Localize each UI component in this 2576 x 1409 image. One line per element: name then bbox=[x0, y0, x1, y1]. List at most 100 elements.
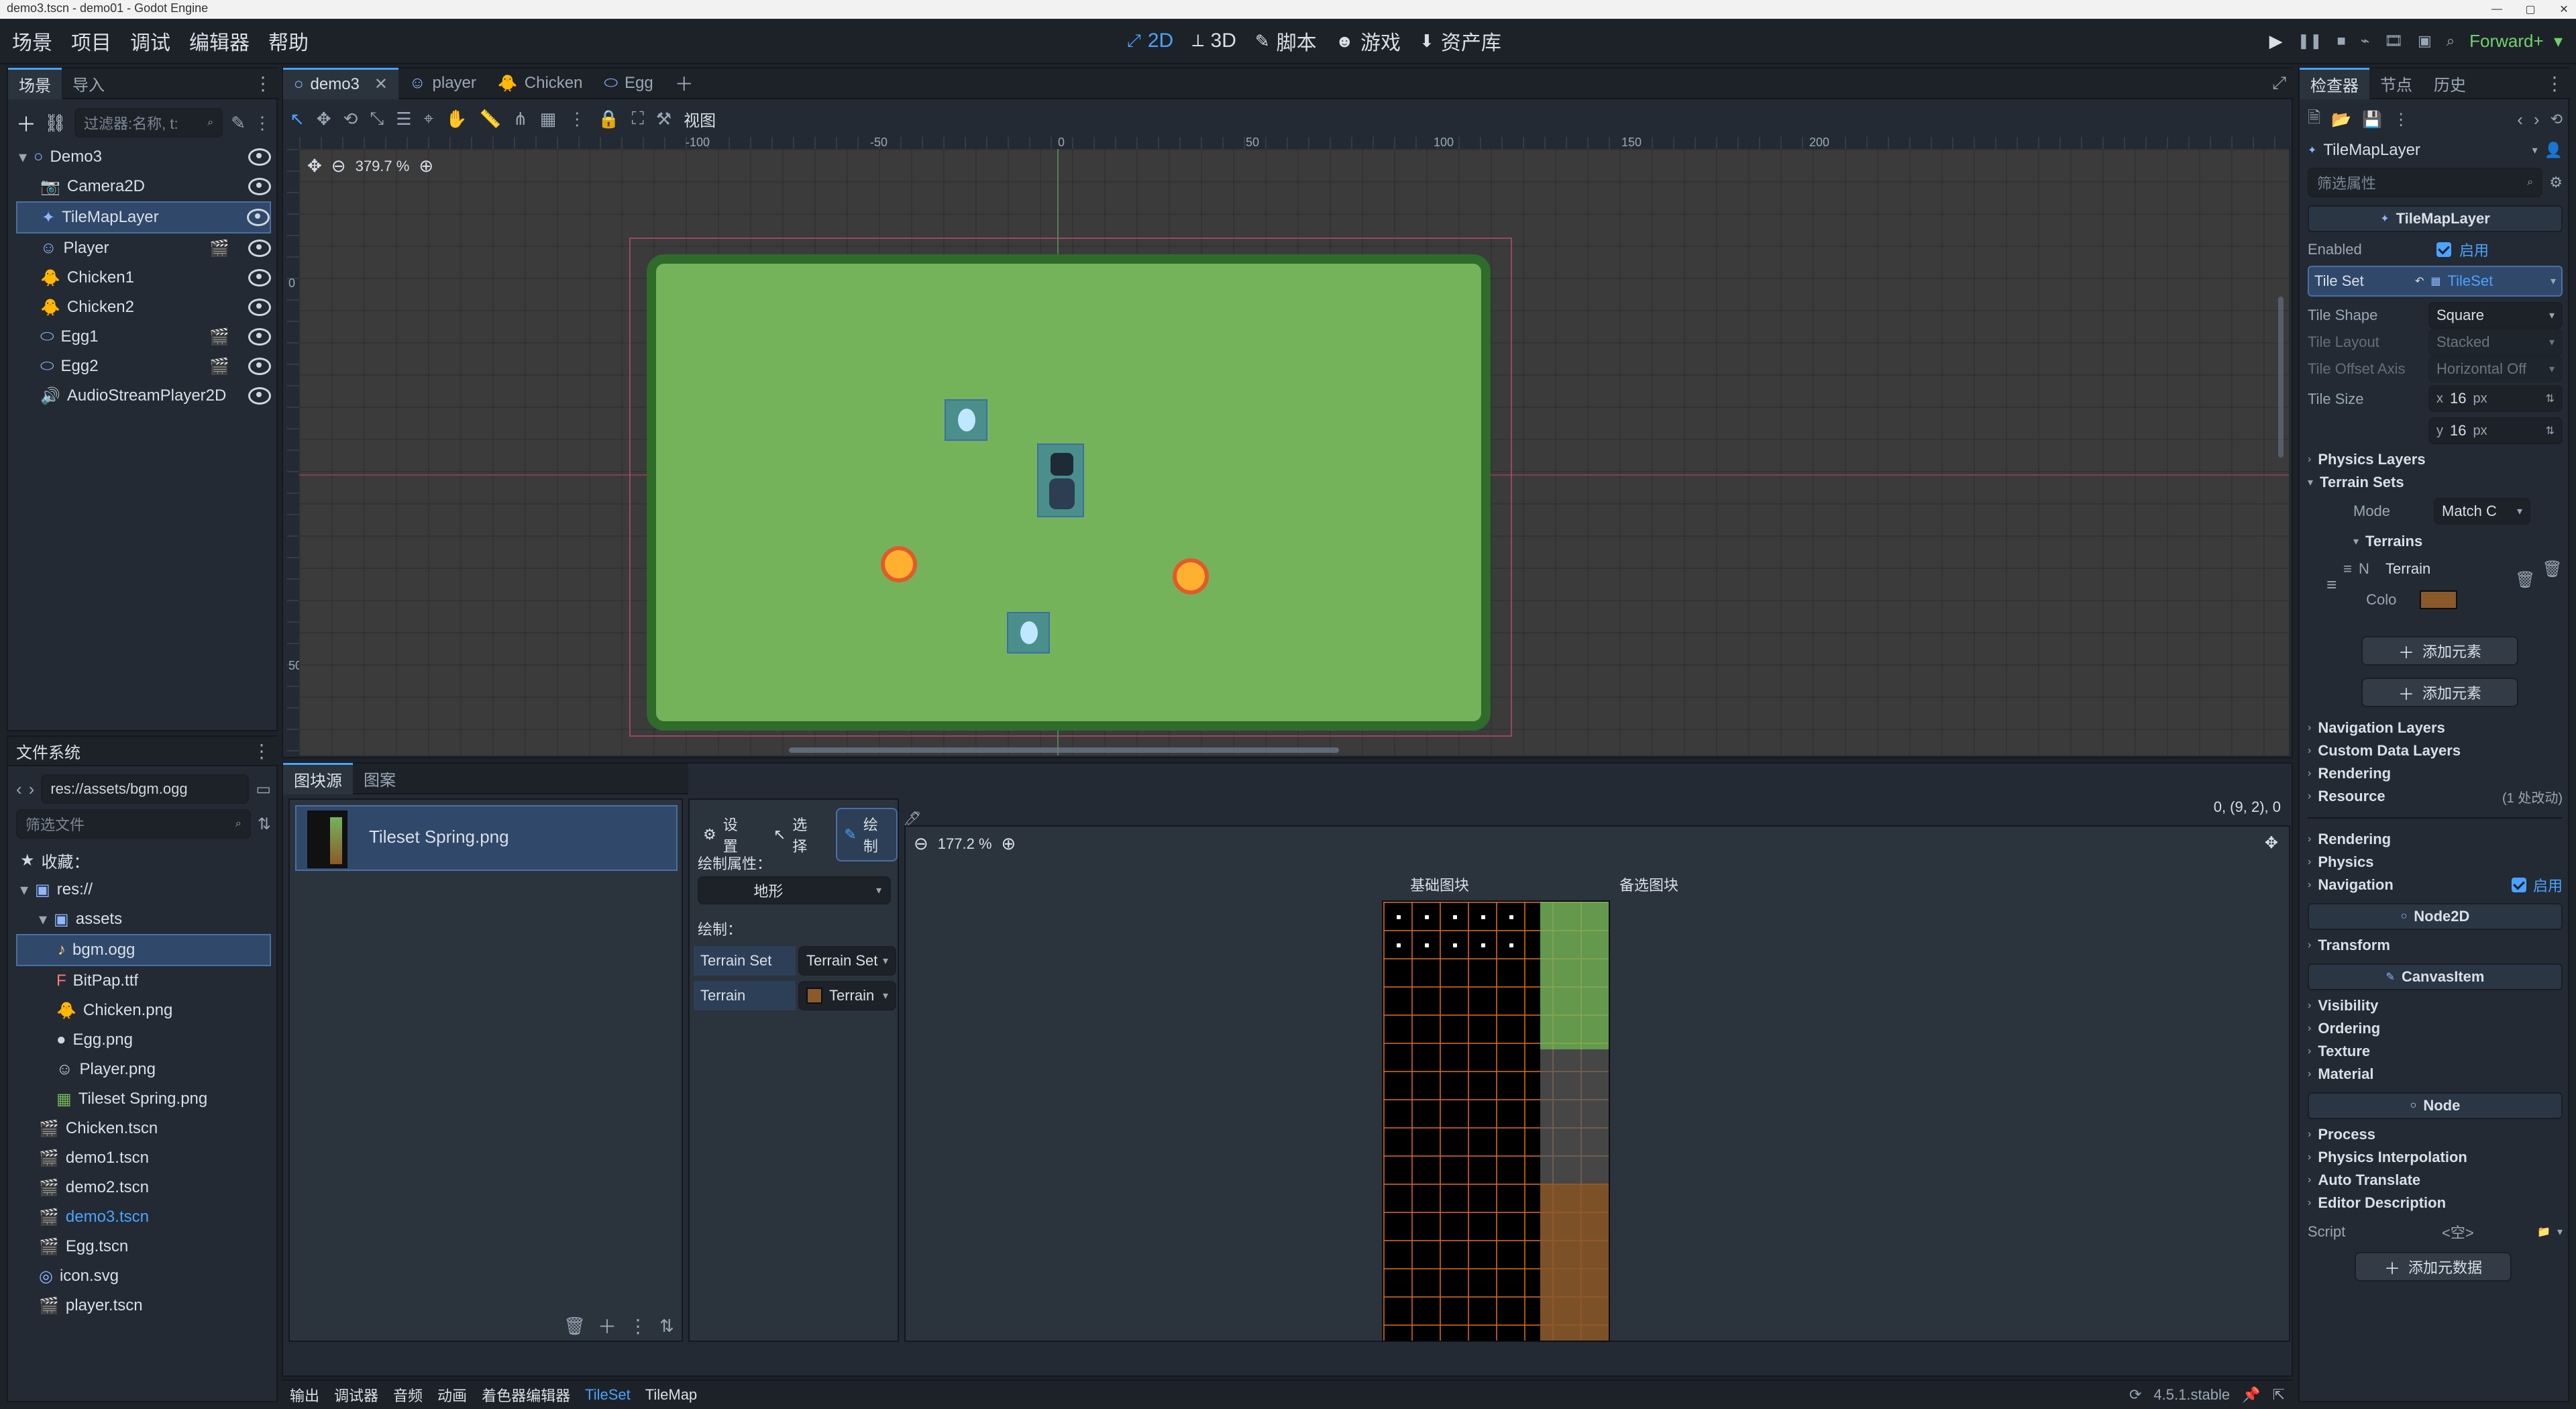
new-resource-icon[interactable]: 🗎 bbox=[2308, 106, 2320, 134]
workspace-script[interactable]: ✎ 脚本 bbox=[1255, 26, 1317, 56]
file-row-assets[interactable]: ▾ ▣ assets bbox=[16, 904, 271, 934]
bone-icon[interactable]: ⚒ bbox=[656, 109, 672, 129]
pan-tool-icon[interactable]: ✋ bbox=[445, 109, 467, 129]
file-row-chicken-png[interactable]: 🐥 Chicken.png bbox=[16, 996, 271, 1025]
section-transform[interactable]: › Transform bbox=[2308, 934, 2563, 957]
file-row-res-root[interactable]: ▾ ▣ res:// bbox=[16, 875, 271, 904]
section-resource[interactable]: › Resource (1 处改动) bbox=[2308, 785, 2563, 808]
tab-inspector[interactable]: 检查器 bbox=[2300, 67, 2369, 99]
zoom-out-icon[interactable]: ⊖ bbox=[331, 156, 346, 176]
file-row-player-png[interactable]: ☺ Player.png bbox=[16, 1055, 271, 1084]
split-icon[interactable]: ▭ bbox=[256, 780, 271, 799]
section-rendering-tileset[interactable]: › Rendering bbox=[2308, 762, 2563, 785]
view-menu[interactable]: 视图 bbox=[684, 107, 716, 131]
tree-item-egg2[interactable]: ⬭ Egg2 🎬 bbox=[16, 352, 271, 381]
tab-node[interactable]: 节点 bbox=[2369, 68, 2423, 98]
color-swatch[interactable] bbox=[2420, 590, 2458, 609]
remote-icon[interactable]: ⌁ bbox=[2361, 32, 2369, 50]
add-icon[interactable]: ＋ bbox=[598, 1312, 616, 1339]
tab-sources[interactable]: 图块源 bbox=[283, 762, 353, 794]
script-attach-icon[interactable]: ✎ bbox=[231, 113, 246, 134]
history-icon[interactable]: ⟲ bbox=[2551, 111, 2563, 128]
rotate-tool-icon[interactable]: ⟲ bbox=[343, 109, 358, 129]
tree-item-chicken2[interactable]: 🐥 Chicken2 bbox=[16, 293, 271, 322]
dock-menu-icon[interactable]: ⋮ bbox=[2545, 72, 2564, 95]
section-custom-data-layers[interactable]: › Custom Data Layers bbox=[2308, 739, 2563, 762]
tree-item-player[interactable]: ☺ Player 🎬 bbox=[16, 233, 271, 263]
menu-scene[interactable]: 场景 bbox=[12, 26, 52, 56]
open-resource-icon[interactable]: 📂 bbox=[2331, 110, 2351, 129]
section-material[interactable]: › Material bbox=[2308, 1063, 2563, 1086]
center-atlas-icon[interactable]: ✥ bbox=[2265, 833, 2278, 853]
workspace-game[interactable]: ☻ 游戏 bbox=[1336, 26, 1401, 56]
history-back-icon[interactable]: ‹ bbox=[2517, 109, 2523, 130]
section-editor-description[interactable]: › Editor Description bbox=[2308, 1192, 2563, 1214]
bottom-tab-output[interactable]: 输出 bbox=[290, 1384, 319, 1406]
workspace-2d[interactable]: ⤢ 2D bbox=[1127, 30, 1173, 52]
tree-item-camera2d[interactable]: 📷 Camera2D bbox=[16, 172, 271, 201]
prop-value[interactable]: TileSet bbox=[2448, 272, 2493, 290]
dock-menu-icon[interactable]: ⋮ bbox=[254, 72, 272, 95]
debug-icon[interactable]: ⌕ bbox=[2447, 32, 2455, 50]
more-icon[interactable]: ⋮ bbox=[629, 1315, 647, 1337]
file-row-demo3[interactable]: 🎬 demo3.tscn bbox=[16, 1202, 271, 1232]
file-row-demo1[interactable]: 🎬 demo1.tscn bbox=[16, 1143, 271, 1173]
zoom-in-icon[interactable]: ⊕ bbox=[419, 156, 433, 176]
group-icon[interactable]: ⛶ bbox=[632, 108, 644, 129]
visibility-icon[interactable] bbox=[248, 148, 271, 166]
viewport-hscrollbar[interactable] bbox=[789, 747, 1339, 753]
play-icon[interactable]: ▶ bbox=[2269, 31, 2283, 52]
movie-icon[interactable]: 🎞 bbox=[2384, 32, 2403, 50]
tree-item-tilemaplayer[interactable]: ✦ TileMapLayer bbox=[16, 201, 271, 233]
pin-icon[interactable]: 📌 bbox=[2242, 1386, 2260, 1404]
section-ordering[interactable]: › Ordering bbox=[2308, 1017, 2563, 1040]
snap-toggle-icon[interactable]: ⋔ bbox=[513, 109, 528, 129]
section-visibility[interactable]: › Visibility bbox=[2308, 994, 2563, 1017]
bottom-tab-shader-editor[interactable]: 着色器编辑器 bbox=[482, 1384, 570, 1406]
drag-handle-icon[interactable]: ≡ bbox=[2343, 560, 2352, 578]
scene-instance-icon[interactable]: 🎬 bbox=[209, 239, 229, 258]
more-options-icon[interactable]: ⋮ bbox=[568, 109, 586, 129]
ruler-tool-icon[interactable]: 📏 bbox=[480, 109, 501, 129]
source-item[interactable]: Tileset Spring.png bbox=[295, 805, 678, 871]
tab-patterns[interactable]: 图案 bbox=[353, 764, 407, 793]
navigation-enabled-checkbox[interactable] bbox=[2511, 878, 2526, 892]
visibility-icon[interactable] bbox=[247, 209, 270, 226]
2d-viewport[interactable]: ✥ ⊖ 379.7 % ⊕ bbox=[299, 149, 2289, 755]
chicken-sprite-1[interactable] bbox=[881, 546, 917, 582]
file-row-egg-png[interactable]: ● Egg.png bbox=[16, 1025, 271, 1055]
file-row-player-tscn[interactable]: 🎬 player.tscn bbox=[16, 1291, 271, 1320]
scene-menu-icon[interactable]: ⋮ bbox=[254, 113, 271, 134]
inspector-filter[interactable]: 筛选属性 ⌕ bbox=[2308, 168, 2543, 197]
list-tool-icon[interactable]: ☰ bbox=[396, 109, 411, 129]
terrains-header[interactable]: ▾ Terrains bbox=[2326, 530, 2563, 553]
scene-tab-chicken[interactable]: 🐥 Chicken bbox=[487, 68, 594, 98]
workspace-3d[interactable]: ⟂ 3D bbox=[1192, 30, 1236, 52]
dock-menu-icon[interactable]: ⋮ bbox=[252, 740, 271, 762]
move-tool-icon[interactable]: ✥ bbox=[317, 109, 331, 129]
scale-tool-icon[interactable]: ⤡ bbox=[370, 108, 384, 129]
section-physics[interactable]: › Physics bbox=[2308, 851, 2563, 874]
menu-help[interactable]: 帮助 bbox=[268, 26, 309, 56]
delete-terrain-icon[interactable]: 🗑 bbox=[2515, 570, 2535, 590]
stop-icon[interactable]: ■ bbox=[2337, 32, 2346, 50]
delete-terrain-set-icon[interactable]: 🗑 bbox=[2542, 560, 2563, 579]
section-process[interactable]: › Process bbox=[2308, 1123, 2563, 1146]
tile-shape-select[interactable]: Square ▾ bbox=[2428, 302, 2563, 329]
terrain-mode-select[interactable]: Match C ▾ bbox=[2434, 498, 2530, 525]
file-row-chicken-tscn[interactable]: 🎬 Chicken.tscn bbox=[16, 1114, 271, 1143]
center-view-icon[interactable]: ✥ bbox=[307, 156, 322, 176]
tab-history[interactable]: 历史 bbox=[2423, 68, 2477, 98]
player-sprite[interactable] bbox=[1037, 443, 1084, 517]
zoom-out-icon[interactable]: ⊖ bbox=[914, 833, 928, 854]
object-pin-icon[interactable]: 👤 bbox=[2544, 142, 2563, 159]
lock-icon[interactable]: 🔒 bbox=[598, 109, 619, 129]
scene-tab-egg[interactable]: ⬭ Egg bbox=[594, 68, 664, 98]
menu-debug[interactable]: 调试 bbox=[130, 26, 170, 56]
inspector-more-icon[interactable]: ⋮ bbox=[2393, 110, 2409, 129]
file-row-font[interactable]: F BitPap.ttf bbox=[16, 966, 271, 996]
zoom-in-icon[interactable]: ⊕ bbox=[1002, 833, 1016, 854]
tree-item-demo3[interactable]: ▾ ○ Demo3 bbox=[16, 142, 271, 172]
pause-icon[interactable]: ❚❚ bbox=[2298, 32, 2322, 50]
file-row-demo2[interactable]: 🎬 demo2.tscn bbox=[16, 1173, 271, 1202]
